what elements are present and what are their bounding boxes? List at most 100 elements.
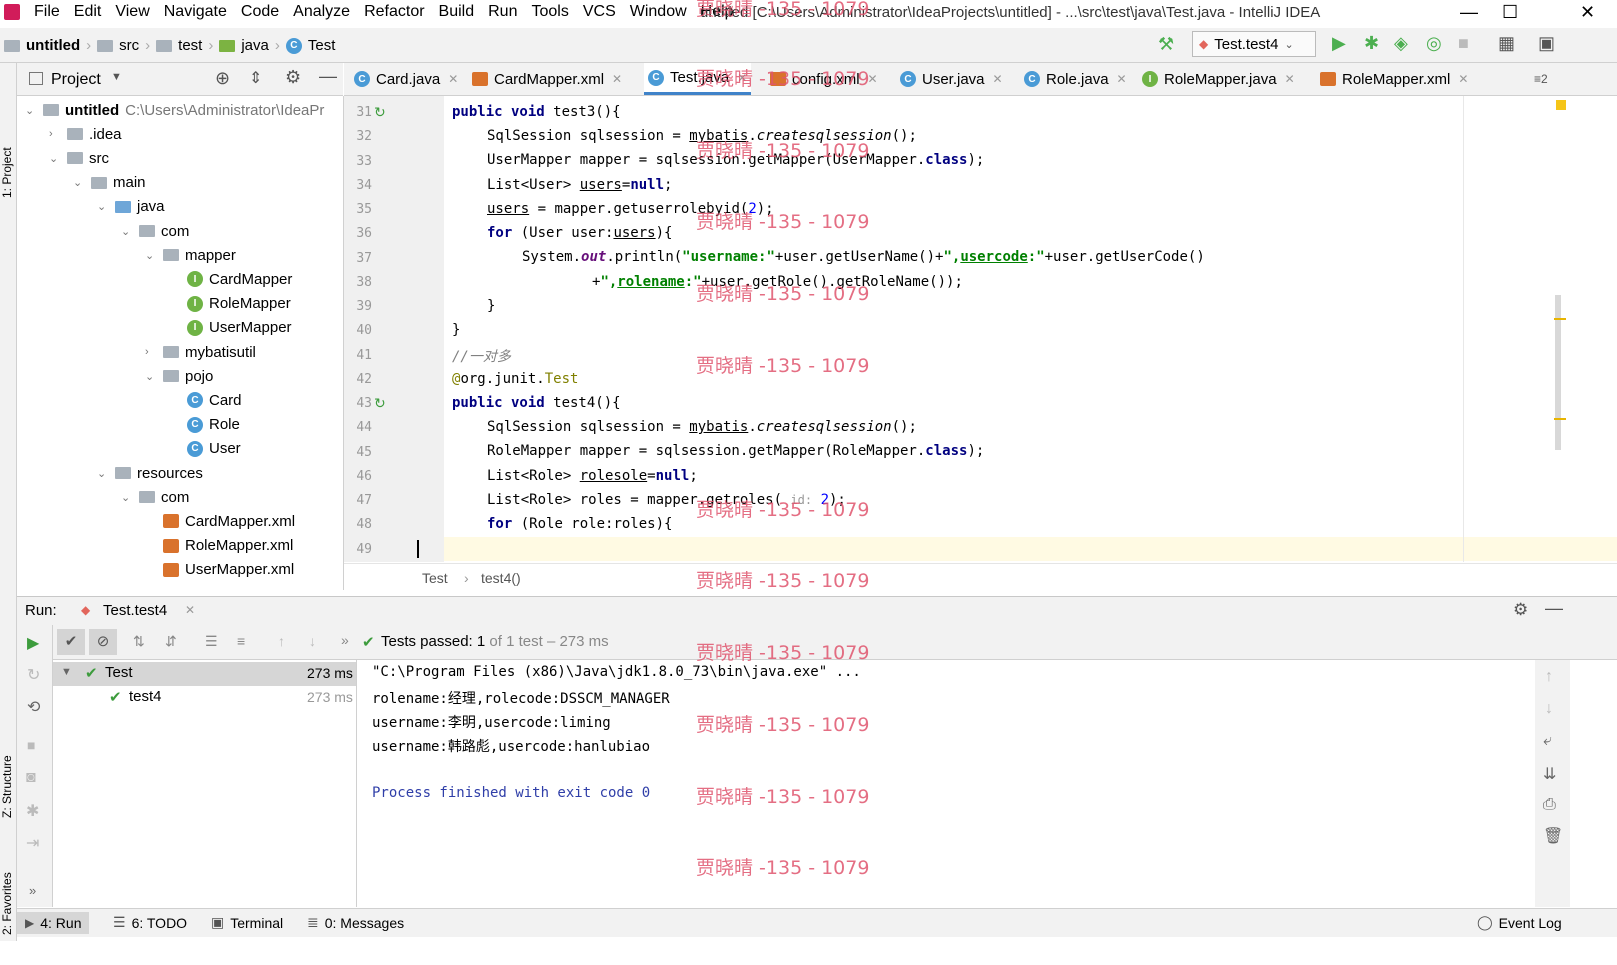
tree-item[interactable]: › .idea	[49, 122, 122, 146]
hide-panel-icon[interactable]: —	[319, 66, 337, 87]
editor-tab[interactable]: C Role.java ✕	[1024, 63, 1127, 95]
build-hammer-icon[interactable]: ⚒	[1158, 34, 1174, 55]
favorites-tool-tab[interactable]: 2: Favorites	[0, 872, 14, 935]
tree-item[interactable]: ⌄ pojo	[145, 364, 213, 388]
menu-refactor[interactable]: Refactor	[364, 3, 424, 21]
tree-item[interactable]: RoleMapper.xml	[145, 534, 293, 558]
tree-item[interactable]: UserMapper.xml	[145, 558, 294, 582]
tree-item[interactable]: CardMapper.xml	[145, 509, 295, 533]
menu-navigate[interactable]: Navigate	[164, 3, 227, 21]
close-tab-icon[interactable]: ✕	[185, 603, 195, 617]
minimize-icon[interactable]: —	[1460, 2, 1478, 23]
close-window-icon[interactable]: ✕	[1580, 2, 1595, 23]
close-tab-icon[interactable]: ✕	[1117, 72, 1127, 86]
toggle-autotest-icon[interactable]: ⟲	[27, 697, 40, 717]
chevron-down-icon[interactable]: ▼	[61, 666, 72, 678]
menu-tools[interactable]: Tools	[531, 3, 568, 21]
close-tab-icon[interactable]: ✕	[1285, 72, 1295, 86]
stop-icon[interactable]: ■	[27, 737, 35, 753]
run-test-gutter-icon[interactable]: ↻	[374, 104, 386, 121]
trash-icon[interactable]: 🗑	[1543, 826, 1563, 846]
gear-icon[interactable]: ⚙	[285, 67, 301, 88]
rerun-failed-icon[interactable]: ↻	[27, 665, 40, 685]
tabs-overflow-button[interactable]: ≡2	[1534, 63, 1548, 95]
rerun-icon[interactable]: ▶	[27, 633, 39, 653]
tree-item[interactable]: ⌄ untitled C:\Users\Administrator\IdeaPr	[25, 98, 324, 122]
chevron-down-icon[interactable]: ⌄	[145, 370, 157, 383]
menu-vcs[interactable]: VCS	[583, 3, 616, 21]
sort-alpha-icon[interactable]: ⇅	[133, 633, 145, 650]
scroll-to-end-icon[interactable]: ⇊	[1543, 764, 1556, 784]
chevron-right-icon[interactable]: ›	[145, 346, 157, 358]
run-test-gutter-icon[interactable]: ↻	[374, 395, 386, 412]
collapse-all-icon[interactable]: ≡	[237, 633, 245, 649]
expand-all-icon[interactable]: ☰	[205, 633, 218, 650]
close-tab-icon[interactable]: ✕	[1458, 72, 1468, 86]
run-config-select[interactable]: ◆ Test.test4 ⌄	[1192, 31, 1316, 57]
snapshot-icon[interactable]: ◙	[26, 769, 36, 787]
close-tab-icon[interactable]: ✕	[448, 72, 458, 86]
close-tab-icon[interactable]: ✕	[993, 72, 1003, 86]
structure-tool-tab[interactable]: Z: Structure	[0, 755, 14, 818]
menu-file[interactable]: File	[34, 3, 60, 21]
breadcrumb-java[interactable]: java	[241, 37, 269, 54]
chevron-down-icon[interactable]: ⌄	[97, 200, 109, 213]
tree-item[interactable]: I RoleMapper	[169, 292, 291, 316]
todo-tool-button[interactable]: ☰ 6: TODO	[113, 914, 187, 931]
hide-panel-icon[interactable]: —	[1545, 598, 1563, 619]
messages-tool-button[interactable]: ≣ 0: Messages	[307, 914, 404, 931]
coverage-icon[interactable]: ◈	[1394, 33, 1408, 54]
editor-tab[interactable]: C Card.java ✕	[354, 63, 458, 95]
chevron-down-icon[interactable]: ▼	[111, 71, 122, 83]
tree-item[interactable]: ⌄ main	[73, 171, 146, 195]
tree-item[interactable]: C Card	[169, 388, 242, 412]
editor-tab[interactable]: C User.java ✕	[900, 63, 1003, 95]
tree-item[interactable]: ⌄ com	[121, 219, 189, 243]
more-icon[interactable]: »	[341, 632, 349, 648]
breadcrumb-test[interactable]: test	[178, 37, 202, 54]
chevron-down-icon[interactable]: ⌄	[121, 225, 133, 238]
run-tool-button[interactable]: ▶ 4: Run	[17, 912, 90, 934]
warning-marker[interactable]	[1554, 318, 1566, 320]
arrow-down-icon[interactable]: ↓	[1545, 700, 1553, 718]
editor-tab[interactable]: CardMapper.xml ✕	[472, 63, 622, 95]
breadcrumb-test-class[interactable]: Test	[308, 37, 336, 54]
editor-tab[interactable]: I RoleMapper.java ✕	[1142, 63, 1295, 95]
chevron-down-icon[interactable]: ⌄	[97, 467, 109, 480]
menu-run[interactable]: Run	[488, 3, 517, 21]
soft-wrap-icon[interactable]: ⤶	[1543, 732, 1552, 750]
inspection-status-icon[interactable]	[1556, 100, 1566, 110]
menu-build[interactable]: Build	[439, 3, 475, 21]
tree-item[interactable]: C User	[169, 437, 241, 461]
breadcrumb-src[interactable]: src	[119, 37, 139, 54]
test-case-label[interactable]: test4	[129, 688, 162, 705]
menu-edit[interactable]: Edit	[74, 3, 102, 21]
more-icon[interactable]: »	[29, 883, 36, 898]
profile-icon[interactable]: ◎	[1426, 33, 1442, 54]
tree-item[interactable]: › mybatisutil	[145, 340, 256, 364]
terminal-toggle-icon[interactable]: ▣	[1538, 33, 1555, 54]
tree-item[interactable]: ⌄ com	[121, 485, 189, 509]
gear-icon[interactable]: ⚙	[1513, 600, 1528, 620]
tree-item[interactable]: I UserMapper	[169, 316, 292, 340]
breadcrumb-project[interactable]: untitled	[26, 37, 80, 54]
tree-item[interactable]: C Role	[169, 413, 240, 437]
breadcrumb-class[interactable]: Test	[422, 570, 448, 586]
arrow-up-icon[interactable]: ↑	[278, 633, 285, 649]
arrow-down-icon[interactable]: ↓	[309, 633, 316, 649]
chevron-down-icon[interactable]: ⌄	[145, 249, 157, 262]
show-ignored-icon[interactable]: ⊘	[89, 629, 117, 655]
project-structure-icon[interactable]: ▦	[1498, 33, 1515, 54]
menu-window[interactable]: Window	[630, 3, 687, 21]
tree-item[interactable]: ⌄ src	[49, 146, 109, 170]
warning-marker[interactable]	[1554, 418, 1566, 420]
project-tool-tab[interactable]: 1: Project	[0, 147, 14, 198]
maximize-icon[interactable]: ☐	[1502, 2, 1518, 23]
menu-analyze[interactable]: Analyze	[293, 3, 350, 21]
tree-item[interactable]: ⌄ resources	[97, 461, 203, 485]
run-icon[interactable]: ▶	[1332, 33, 1346, 54]
chevron-down-icon[interactable]: ⌄	[25, 104, 37, 117]
sort-duration-icon[interactable]: ⇵	[165, 633, 177, 650]
collapse-all-icon[interactable]: ⇕	[249, 68, 262, 88]
show-passed-icon[interactable]: ✔	[57, 629, 85, 655]
